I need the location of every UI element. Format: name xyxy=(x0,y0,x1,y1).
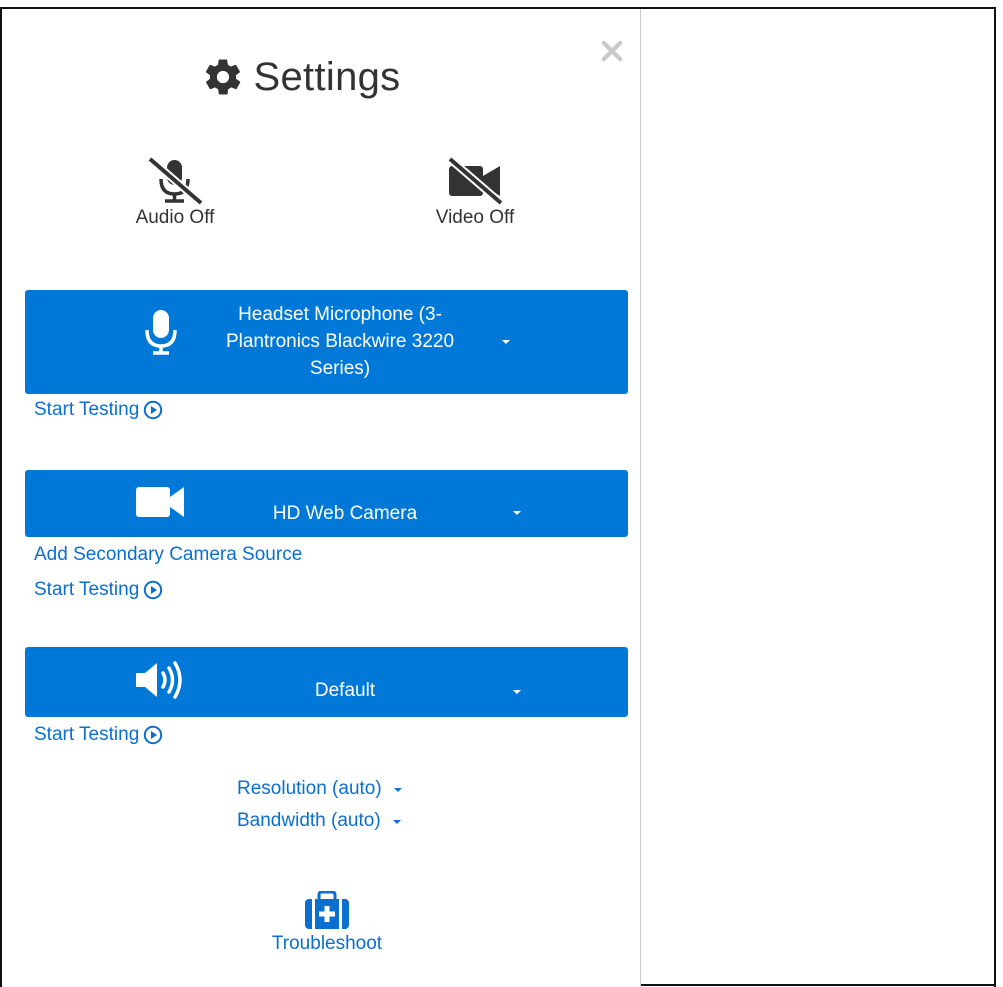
gear-icon xyxy=(205,59,240,95)
first-aid-kit-icon xyxy=(305,891,349,929)
audio-off-label: Audio Off xyxy=(135,207,215,228)
page-title: Settings xyxy=(253,54,401,99)
microphone-select[interactable]: Headset Microphone (3- Plantronics Black… xyxy=(25,290,628,394)
troubleshoot-label: Troubleshoot xyxy=(271,933,383,954)
settings-panel: Settings Audio Off Video Off Headset Mic… xyxy=(2,9,640,987)
troubleshoot-button[interactable]: Troubleshoot xyxy=(257,891,397,955)
camera-selected-value: HD Web Camera xyxy=(272,503,418,524)
microphone-label-line: Plantronics Blackwire 3220 xyxy=(225,331,455,352)
speaker-icon xyxy=(136,661,182,699)
start-testing-label: Start Testing xyxy=(34,399,140,420)
play-circle-icon xyxy=(144,725,163,745)
chevron-down-icon xyxy=(502,340,510,344)
close-icon[interactable] xyxy=(598,37,626,65)
microphone-icon xyxy=(145,310,177,355)
resolution-label: Resolution (auto) xyxy=(237,778,382,799)
microphone-label-line: Headset Microphone (3- xyxy=(238,304,442,325)
play-circle-icon xyxy=(144,580,163,600)
play-circle-icon xyxy=(144,400,163,420)
video-toggle-button[interactable]: Video Off xyxy=(420,157,530,229)
chevron-down-icon xyxy=(393,788,402,792)
frame-top-border-right xyxy=(641,7,996,9)
frame-right-border xyxy=(994,7,996,987)
resolution-dropdown[interactable]: Resolution (auto) xyxy=(237,778,402,800)
camera-off-icon xyxy=(447,157,504,205)
frame-bottom-border xyxy=(641,984,996,986)
microphone-selected-value: Headset Microphone (3- Plantronics Black… xyxy=(195,301,485,382)
camera-select[interactable]: HD Web Camera xyxy=(25,470,628,537)
start-testing-label: Start Testing xyxy=(34,724,140,745)
start-testing-speaker[interactable]: Start Testing xyxy=(34,724,163,746)
panel-divider xyxy=(640,9,641,987)
speaker-select[interactable]: Default xyxy=(25,647,628,717)
start-testing-camera[interactable]: Start Testing xyxy=(34,579,163,601)
chevron-down-icon xyxy=(513,690,521,694)
video-off-label: Video Off xyxy=(435,207,515,228)
microphone-off-icon xyxy=(147,157,204,205)
bandwidth-dropdown[interactable]: Bandwidth (auto) xyxy=(237,810,401,832)
bandwidth-label: Bandwidth (auto) xyxy=(237,810,381,831)
chevron-down-icon xyxy=(392,820,401,824)
add-secondary-camera-link[interactable]: Add Secondary Camera Source xyxy=(34,544,302,566)
video-camera-icon xyxy=(136,487,184,517)
audio-toggle-button[interactable]: Audio Off xyxy=(120,157,230,229)
speaker-selected-value: Default xyxy=(314,680,376,701)
settings-header: Settings xyxy=(2,47,640,107)
start-testing-label: Start Testing xyxy=(34,579,140,600)
chevron-down-icon xyxy=(513,511,521,515)
microphone-label-line: Series) xyxy=(309,358,371,379)
start-testing-microphone[interactable]: Start Testing xyxy=(34,399,163,421)
